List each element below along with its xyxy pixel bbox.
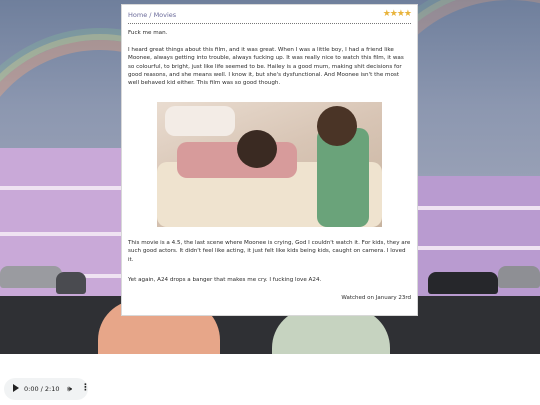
- car-right-2: [498, 266, 540, 288]
- breadcrumb-movies-link[interactable]: Movies: [154, 11, 177, 19]
- car-right: [428, 272, 498, 294]
- pillow-shape: [165, 106, 235, 136]
- review-card: Home / Movies ★★★★ Fuck me man. I heard …: [122, 5, 417, 315]
- movie-still-image: [157, 102, 382, 227]
- review-paragraph-2: This movie is a 4.5, the last scene wher…: [128, 240, 411, 263]
- star-rating: ★★★★: [382, 9, 412, 19]
- review-header: Home / Movies ★★★★: [128, 9, 412, 24]
- volume-icon[interactable]: 🕪: [67, 384, 72, 394]
- review-headline: Fuck me man.: [128, 30, 168, 36]
- more-vertical-icon[interactable]: ⋮: [81, 383, 90, 393]
- girl-sitting-hair: [317, 106, 357, 146]
- audio-player: 0:00 / 2:10 🕪 ⋮: [4, 378, 90, 400]
- audio-time: 0:00 / 2:10: [24, 385, 60, 393]
- review-paragraph-3: Yet again, A24 drops a banger that makes…: [128, 277, 322, 283]
- play-icon[interactable]: [13, 384, 19, 392]
- breadcrumb-home-link[interactable]: Home: [128, 11, 147, 19]
- breadcrumb-separator: /: [149, 11, 152, 19]
- breadcrumb: Home / Movies: [128, 11, 176, 19]
- girl-lying-hair: [237, 130, 277, 168]
- car-left: [0, 266, 62, 288]
- review-paragraph-1: I heard great things about this film, an…: [128, 47, 404, 87]
- watched-date: Watched on January 23rd: [341, 295, 411, 301]
- car-left-2: [56, 272, 86, 294]
